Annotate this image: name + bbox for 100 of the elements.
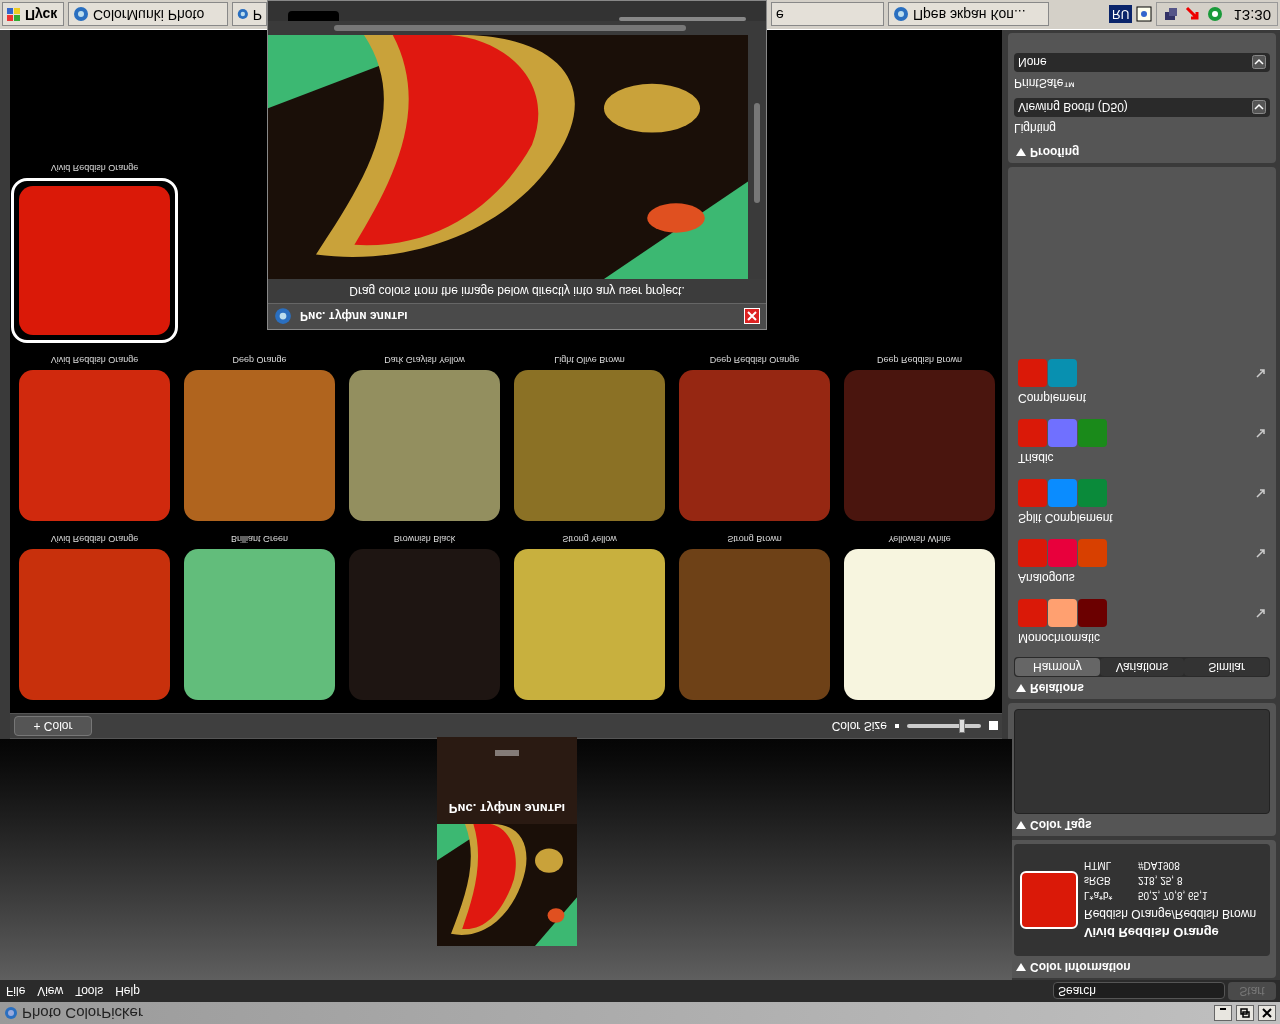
expand-icon[interactable] — [1256, 608, 1266, 618]
harmony-chip[interactable] — [1048, 599, 1077, 627]
collapse-triangle-icon[interactable] — [1016, 963, 1026, 971]
value-label: L*a*b* — [1084, 888, 1114, 903]
relations-tab[interactable]: Similar — [1184, 658, 1269, 676]
color-swatch[interactable] — [11, 178, 178, 343]
harmony-chip[interactable] — [1018, 539, 1047, 567]
harmony-chip[interactable] — [1078, 479, 1107, 507]
close-icon — [1262, 1008, 1272, 1018]
language-indicator[interactable]: RU — [1109, 5, 1133, 24]
size-slider[interactable] — [907, 719, 981, 733]
taskbar-button[interactable]: Прев экран Коп... — [888, 2, 1049, 27]
color-swatch[interactable] — [844, 370, 995, 522]
expand-icon[interactable] — [1256, 368, 1266, 378]
collapse-triangle-icon[interactable] — [1016, 821, 1026, 829]
color-swatch[interactable] — [679, 549, 830, 700]
color-swatch[interactable] — [514, 549, 665, 700]
thumbnail-title: Рис. туфли элиты — [448, 800, 566, 818]
drag-hint: Drag colors from the image below directly into any user project. — [349, 283, 685, 300]
slider-track[interactable] — [618, 17, 746, 21]
tags-area[interactable] — [1014, 709, 1270, 814]
color-swatch[interactable] — [184, 370, 335, 522]
color-swatch[interactable] — [844, 549, 995, 700]
clock: 13:30 — [1233, 5, 1271, 26]
harmony-label: Analogous — [1018, 570, 1076, 587]
value-text: #DA1908 — [1138, 858, 1180, 873]
expand-icon[interactable] — [1256, 428, 1266, 438]
minimize-button[interactable] — [1214, 1005, 1232, 1021]
tray-app-icon[interactable] — [1207, 6, 1224, 23]
close-button[interactable] — [1258, 1005, 1276, 1021]
harmony-chip[interactable] — [1048, 539, 1077, 567]
relations-tab[interactable]: Variations — [1099, 658, 1185, 676]
panel-title[interactable]: Color Tags — [1030, 816, 1092, 834]
color-swatch[interactable] — [349, 549, 500, 700]
menu-item[interactable]: View — [37, 982, 64, 1000]
menu-item[interactable]: Help — [115, 982, 140, 1000]
image-thumbnail[interactable]: Рис. туфли элиты — [437, 737, 577, 946]
expand-icon[interactable] — [1256, 548, 1266, 558]
minimize-icon — [1220, 1008, 1226, 1011]
menu-item[interactable]: Tools — [75, 982, 104, 1000]
color-swatch[interactable] — [349, 370, 500, 522]
color-swatch[interactable] — [19, 549, 170, 700]
harmony-label: Complement — [1018, 390, 1088, 407]
app-icon — [274, 307, 292, 326]
search-field[interactable]: Search — [1053, 982, 1225, 1000]
swatch-label: Strong Yellow — [562, 533, 617, 545]
taskbar-button[interactable]: ColorMunki Photo — [68, 2, 228, 27]
color-swatch[interactable] — [184, 549, 335, 700]
harmony-chip[interactable] — [1048, 419, 1077, 447]
swatch-label: Deep Reddish Brown — [876, 354, 963, 367]
panel-title[interactable]: Color Information — [1030, 958, 1131, 976]
harmony-chip[interactable] — [1018, 359, 1047, 387]
grip-icon[interactable] — [495, 750, 519, 757]
harmony-chip[interactable] — [1078, 599, 1107, 627]
panel-title[interactable]: Relations — [1030, 679, 1084, 697]
dropdown[interactable]: Viewing Booth (D50) — [1014, 98, 1270, 117]
harmony-chip[interactable] — [1018, 419, 1047, 447]
arrow-icon[interactable] — [1185, 6, 1202, 23]
collapse-triangle-icon[interactable] — [1016, 148, 1026, 156]
color-swatch[interactable] — [514, 370, 665, 522]
add-color-button[interactable]: + Color — [14, 716, 92, 736]
panel-title[interactable]: Proofing — [1030, 143, 1080, 161]
harmony-chip[interactable] — [1048, 479, 1077, 507]
swatch-label: Vivid Reddish Orange — [50, 533, 139, 545]
harmony-label: Monochromatic — [1018, 630, 1102, 647]
color-swatch[interactable] — [19, 370, 170, 522]
swatch-label: Dark Grayish Yellow — [384, 354, 465, 367]
relations-tab[interactable]: Harmony — [1015, 658, 1100, 676]
value-text: 218, 25, 8 — [1138, 873, 1183, 888]
harmony-chip[interactable] — [1018, 599, 1047, 627]
tab-handle[interactable] — [288, 11, 339, 21]
harmony-chip[interactable] — [1018, 479, 1047, 507]
swatch-label: Deep Reddish Orange — [709, 354, 800, 367]
swatch-label: Brownish Black — [393, 533, 456, 545]
large-size-icon — [989, 721, 998, 731]
harmony-chip[interactable] — [1078, 539, 1107, 567]
color-family: Reddish Orange/Reddish Brown — [1084, 905, 1257, 923]
taskbar-button[interactable]: P — [232, 2, 267, 27]
caret-icon — [1252, 100, 1266, 115]
dropdown[interactable]: None — [1014, 53, 1270, 72]
windows-logo-icon — [7, 7, 21, 22]
value-label: sRGB — [1084, 873, 1112, 888]
slider-thumb[interactable] — [958, 719, 965, 733]
swatch-label: Vivid Reddish Orange — [50, 354, 139, 367]
collapse-triangle-icon[interactable] — [1016, 684, 1026, 692]
swatch-label: Strong Brown — [727, 533, 782, 545]
start-menu-button[interactable]: Пуск — [2, 2, 64, 27]
expand-icon[interactable] — [1256, 488, 1266, 498]
harmony-label: Split Complement — [1018, 510, 1114, 527]
menu-item[interactable]: File — [6, 982, 26, 1000]
help-icon[interactable] — [1136, 6, 1153, 23]
value-label: HTML — [1084, 858, 1113, 873]
restore-button[interactable] — [1236, 1005, 1254, 1021]
harmony-chip[interactable] — [1048, 359, 1077, 387]
harmony-chip[interactable] — [1078, 419, 1107, 447]
swatch-label: Yellowish White — [888, 533, 951, 545]
taskbar-button[interactable]: е — [771, 2, 884, 27]
color-swatch[interactable] — [679, 370, 830, 522]
color-name: Vivid Reddish Orange — [1084, 924, 1220, 943]
value-text: 50,2, 70,8, 65,1 — [1138, 888, 1208, 903]
